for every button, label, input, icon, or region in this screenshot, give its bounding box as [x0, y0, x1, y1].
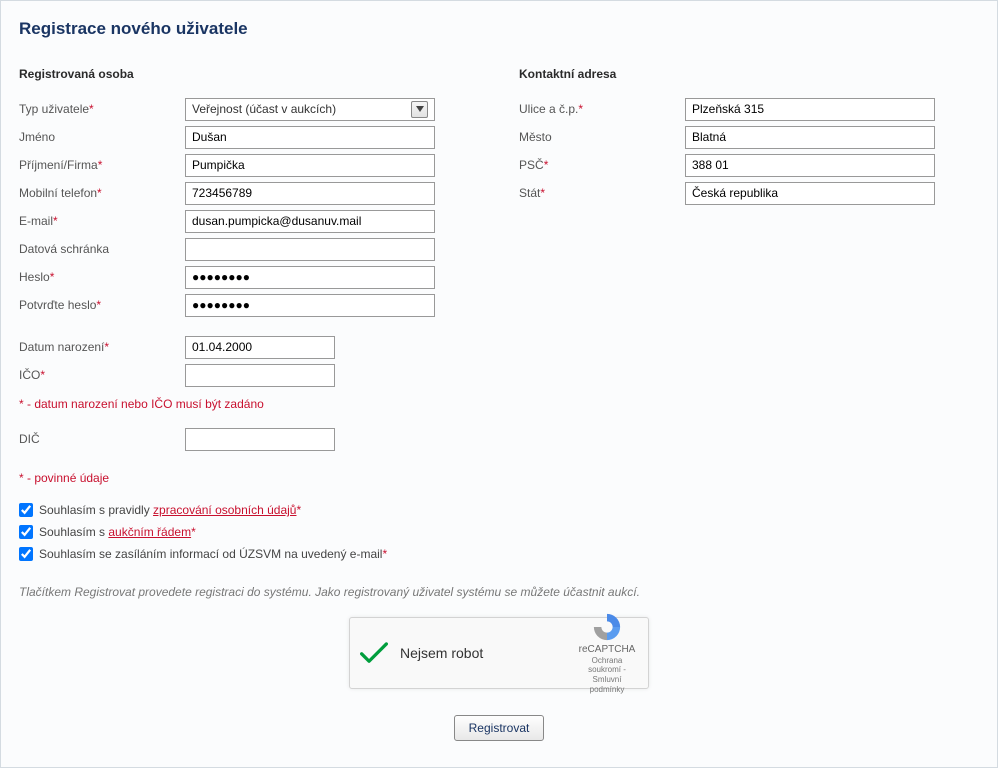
- first-name-label: Jméno: [19, 130, 185, 144]
- surname-field[interactable]: [185, 154, 435, 177]
- consent-3-row: Souhlasím se zasíláním informací od ÚZSV…: [19, 543, 979, 565]
- user-type-select[interactable]: Veřejnost (účast v aukcích): [185, 98, 435, 121]
- ico-field[interactable]: [185, 364, 335, 387]
- consent-1-link[interactable]: zpracování osobních údajů: [153, 503, 296, 517]
- city-label: Město: [519, 130, 685, 144]
- recaptcha[interactable]: Nejsem robot reCAPTCHA Ochrana soukromí …: [349, 617, 649, 689]
- zip-label: PSČ*: [519, 158, 685, 172]
- page-title: Registrace nového uživatele: [19, 19, 979, 39]
- city-field[interactable]: [685, 126, 935, 149]
- recaptcha-brand: reCAPTCHA Ochrana soukromí - Smluvní pod…: [576, 612, 638, 694]
- contact-section: Kontaktní adresa Ulice a č.p.* Město PSČ…: [519, 67, 979, 499]
- password-field[interactable]: [185, 266, 435, 289]
- email-label: E-mail*: [19, 214, 185, 228]
- password-confirm-field[interactable]: [185, 294, 435, 317]
- checkmark-icon: [360, 639, 388, 667]
- person-section-title: Registrovaná osoba: [19, 67, 519, 81]
- databox-label: Datová schránka: [19, 242, 185, 256]
- consent-2-text: Souhlasím s aukčním řádem*: [39, 525, 196, 539]
- country-label: Stát*: [519, 186, 685, 200]
- dic-label: DIČ: [19, 432, 185, 446]
- required-note: * - povinné údaje: [19, 471, 519, 485]
- captcha-label: Nejsem robot: [400, 645, 576, 661]
- mobile-field[interactable]: [185, 182, 435, 205]
- password-label: Heslo*: [19, 270, 185, 284]
- consent-3-checkbox[interactable]: [19, 547, 33, 561]
- dropdown-arrow-icon: [411, 101, 428, 118]
- street-label: Ulice a č.p.*: [519, 102, 685, 116]
- user-type-selected-value: Veřejnost (účast v aukcích): [192, 99, 336, 120]
- ico-label: IČO*: [19, 368, 185, 382]
- consent-1-text: Souhlasím s pravidly zpracování osobních…: [39, 503, 301, 517]
- recaptcha-icon: [591, 612, 623, 642]
- dic-field[interactable]: [185, 428, 335, 451]
- consent-2-checkbox[interactable]: [19, 525, 33, 539]
- consent-2-link[interactable]: aukčním řádem: [108, 525, 191, 539]
- submit-button[interactable]: Registrovat: [454, 715, 545, 741]
- country-field[interactable]: [685, 182, 935, 205]
- dob-ico-note: * - datum narození nebo IČO musí být zad…: [19, 397, 519, 411]
- person-section: Registrovaná osoba Typ uživatele* Veřejn…: [19, 67, 519, 499]
- user-type-label: Typ uživatele*: [19, 102, 185, 116]
- submit-hint: Tlačítkem Registrovat provedete registra…: [19, 585, 979, 599]
- mobile-label: Mobilní telefon*: [19, 186, 185, 200]
- zip-field[interactable]: [685, 154, 935, 177]
- databox-field[interactable]: [185, 238, 435, 261]
- consent-3-text: Souhlasím se zasíláním informací od ÚZSV…: [39, 547, 387, 561]
- dob-field[interactable]: [185, 336, 335, 359]
- consent-1-checkbox[interactable]: [19, 503, 33, 517]
- password-confirm-label: Potvrďte heslo*: [19, 298, 185, 312]
- email-field[interactable]: [185, 210, 435, 233]
- consent-2-row: Souhlasím s aukčním řádem*: [19, 521, 979, 543]
- surname-label: Příjmení/Firma*: [19, 158, 185, 172]
- first-name-field[interactable]: [185, 126, 435, 149]
- street-field[interactable]: [685, 98, 935, 121]
- consent-1-row: Souhlasím s pravidly zpracování osobních…: [19, 499, 979, 521]
- contact-section-title: Kontaktní adresa: [519, 67, 979, 81]
- dob-label: Datum narození*: [19, 340, 185, 354]
- registration-form: Registrace nového uživatele Registrovaná…: [0, 0, 998, 768]
